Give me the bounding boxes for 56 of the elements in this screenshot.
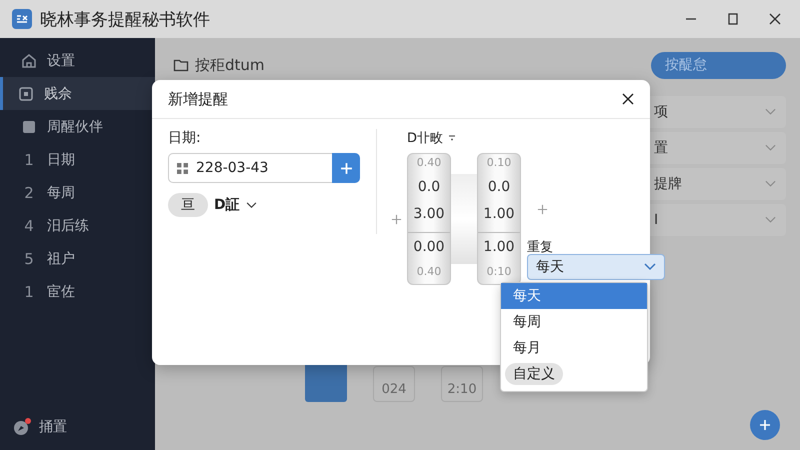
menu-option[interactable]: 每周 [501,309,647,335]
dialog-title: 新增提醒 [168,90,228,108]
menu-option[interactable]: 自定义 [501,361,647,387]
date-field[interactable]: 228-03-43 [168,153,332,183]
close-icon[interactable] [768,12,782,26]
sidebar-item[interactable]: 1 宦佐 [0,275,155,308]
sidebar-item[interactable]: 5 祖户 [0,242,155,275]
picker-label: D卝畋 [407,130,444,147]
sidebar-item[interactable]: 贱佘 [0,77,155,110]
plus-icon [340,162,352,174]
sidebar-item[interactable]: 4 汨后练 [0,209,155,242]
add-button[interactable] [332,153,360,183]
folder-icon [173,57,189,73]
sidebar-item[interactable]: 1 日期 [0,143,155,176]
plus-icon[interactable] [537,204,548,214]
page-title: 按秬dtum [195,56,265,74]
chevron-down-icon [644,263,656,271]
chevron-down-icon [765,108,776,116]
number-wheel[interactable]: 0.10 0.0 1.00 1.00 0:10 [477,153,521,285]
dropdown-button[interactable]: D証 [214,196,257,214]
item-number: 1 [23,282,35,300]
compass-icon [13,418,31,436]
square-icon [21,118,37,134]
number-wheel[interactable]: 0.40 0.0 3.00 0.00 0.40 [407,153,451,285]
chevron-down-icon [246,202,257,208]
menu-option[interactable]: 每天 [501,283,647,309]
image-button[interactable] [305,362,347,402]
sort-icon [449,135,456,141]
menu-option[interactable]: 每月 [501,335,647,361]
app-logo-icon [12,9,32,29]
item-number: 5 [23,250,35,268]
item-number: 2 [23,184,35,202]
repeat-select[interactable]: 每天 [527,254,665,280]
field-label: 日期: [168,129,202,147]
grid-icon [177,162,188,174]
sidebar-item[interactable]: 设置 [0,44,155,77]
sidebar-footer-item[interactable]: 捅置 [0,418,155,436]
add-button[interactable] [750,410,780,440]
close-icon[interactable] [622,93,634,105]
chevron-down-icon [765,180,776,188]
house-icon [21,52,37,68]
square-icon [18,86,34,102]
item-number: 4 [23,216,35,234]
plus-icon[interactable] [391,214,402,224]
sidebar-item[interactable]: 2 每周 [0,176,155,209]
picker-box: 2:10 [441,366,483,402]
chevron-down-icon [765,216,776,224]
chevron-down-icon [765,144,776,152]
plus-icon [759,419,771,431]
item-number: 1 [23,150,35,168]
sidebar-item[interactable]: 周醒伙伴 [0,110,155,143]
picker-box: 024 [373,366,415,402]
window-title: 晓林事务提醒秘书软件 [40,8,210,30]
chip[interactable]: 亘 [168,193,208,217]
field-label: 重复 [527,241,554,254]
maximize-icon[interactable] [726,12,740,26]
